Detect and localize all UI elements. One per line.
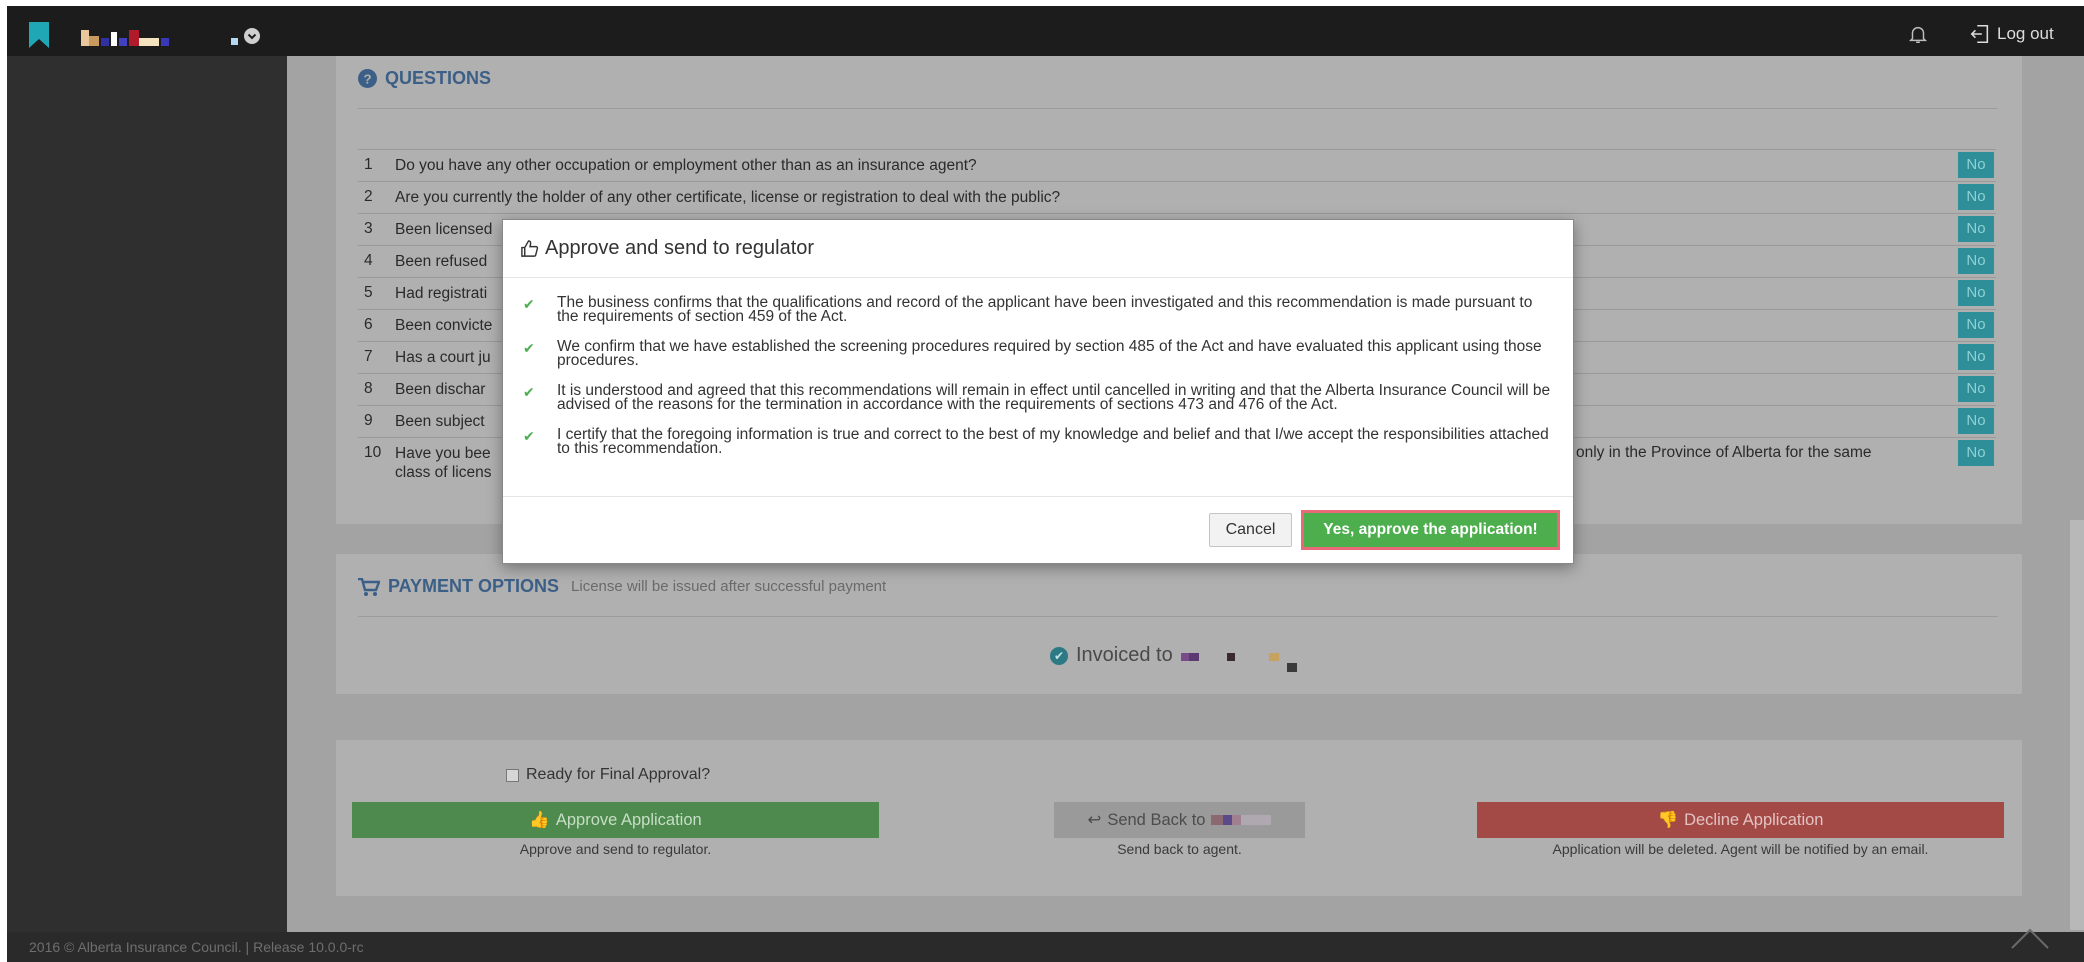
- answer-badge: No: [1958, 312, 1994, 338]
- answer-badge: No: [1958, 408, 1994, 434]
- answer-badge: No: [1958, 280, 1994, 306]
- thumbs-up-icon: 👍: [529, 811, 550, 829]
- thumbs-down-icon: 👎: [1657, 811, 1679, 829]
- modal-title: Approve and send to regulator: [520, 237, 814, 260]
- payment-divider: [358, 616, 1998, 617]
- check-icon: ✔: [523, 384, 535, 400]
- questions-divider: [358, 108, 1998, 109]
- chevron-down-icon[interactable]: [244, 28, 260, 44]
- ready-checkbox[interactable]: [506, 768, 519, 782]
- window-frame-left: [0, 0, 7, 962]
- answer-badge: No: [1958, 376, 1994, 402]
- cancel-button[interactable]: Cancel: [1209, 513, 1292, 547]
- check-icon: ✔: [523, 296, 535, 312]
- ready-final-approval[interactable]: Ready for Final Approval?: [506, 766, 710, 784]
- logout-label: Log out: [1997, 24, 2054, 43]
- bell-icon[interactable]: [1907, 23, 1929, 45]
- answer-badge: No: [1958, 152, 1994, 178]
- confirmation-item: ✔ We confirm that we have established th…: [523, 338, 1542, 369]
- payment-subtitle: License will be issued after successful …: [571, 578, 887, 595]
- check-icon: ✔: [523, 428, 535, 444]
- thumbs-up-outline-icon: [521, 240, 539, 257]
- payment-title: PAYMENT OPTIONS License will be issued a…: [358, 576, 886, 597]
- approve-modal: Approve and send to regulator ✔ The busi…: [502, 219, 1574, 564]
- send-back-note: Send back to agent.: [1117, 841, 1242, 857]
- user-name-redacted[interactable]: [81, 26, 271, 50]
- confirm-approve-button[interactable]: Yes, approve the application!: [1301, 510, 1560, 550]
- scrollbar-thumb[interactable]: [2070, 520, 2084, 930]
- answer-badge: No: [1958, 344, 1994, 370]
- sidebar: [7, 56, 287, 932]
- answer-badge: No: [1958, 248, 1994, 274]
- footer: 2016 © Alberta Insurance Council. | Rele…: [7, 932, 2084, 962]
- invoiced-to: ✔ Invoiced to: [1050, 644, 1301, 672]
- modal-footer-divider: [503, 496, 1573, 497]
- question-text-right: only in the Province of Alberta for the …: [1576, 444, 1872, 461]
- approve-application-button[interactable]: 👍 Approve Application: [352, 802, 879, 838]
- answer-badge: No: [1958, 184, 1994, 210]
- check-icon: ✔: [523, 340, 535, 356]
- send-back-button[interactable]: ↩ Send Back to: [1054, 802, 1305, 838]
- payment-panel: [336, 554, 2022, 694]
- decline-note: Application will be deleted. Agent will …: [1552, 841, 1929, 857]
- cart-icon: [358, 577, 380, 596]
- question-circle-icon: ?: [358, 69, 377, 88]
- answer-badge: No: [1958, 216, 1994, 242]
- invoice-recipient-redacted: [1180, 645, 1301, 672]
- confirmation-item: ✔ I certify that the foregoing informati…: [523, 426, 1549, 457]
- check-circle-icon: ✔: [1050, 646, 1068, 665]
- decline-application-button[interactable]: 👎 Decline Application: [1477, 802, 2004, 838]
- questions-title: ? QUESTIONS: [358, 68, 491, 89]
- confirmation-item: ✔ The business confirms that the qualifi…: [523, 294, 1533, 325]
- send-back-recipient-redacted: [1211, 815, 1272, 825]
- svg-text:?: ?: [363, 71, 371, 86]
- confirmation-list: ✔ The business confirms that the qualifi…: [523, 294, 1555, 472]
- top-navbar: Log out: [7, 6, 2084, 56]
- reply-icon: ↩: [1087, 811, 1102, 829]
- logout-icon: [1970, 24, 1989, 44]
- logout-link[interactable]: Log out: [1969, 22, 2054, 46]
- bookmark-logo-icon[interactable]: [29, 22, 49, 48]
- scroll-to-top-icon[interactable]: [2010, 926, 2050, 950]
- answer-badge: No: [1958, 440, 1994, 466]
- modal-header: Approve and send to regulator: [503, 220, 1573, 278]
- question-row: 1 Do you have any other occupation or em…: [358, 149, 1996, 179]
- approve-note: Approve and send to regulator.: [519, 841, 712, 857]
- question-row: 2 Are you currently the holder of any ot…: [358, 181, 1996, 211]
- confirmation-item: ✔ It is understood and agreed that this …: [523, 382, 1551, 413]
